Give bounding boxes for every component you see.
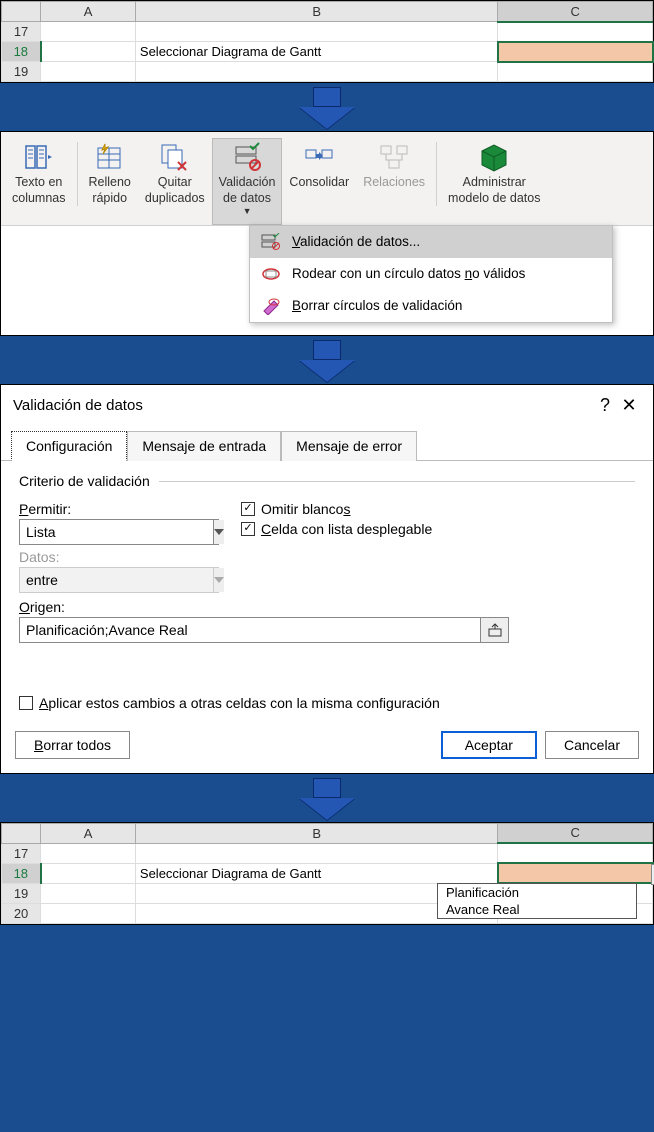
data-validation-icon <box>231 141 263 173</box>
step-arrow-1 <box>0 83 654 131</box>
consolidate-icon <box>303 141 335 173</box>
close-button[interactable]: ✕ <box>617 395 641 416</box>
checkbox-icon <box>241 522 255 536</box>
tab-configuration[interactable]: Configuración <box>11 431 127 461</box>
row-header-18[interactable]: 18 <box>2 863 41 883</box>
validation-dialog: Validación de datos ? ✕ Configuración Me… <box>0 384 654 774</box>
submenu-circle-invalid[interactable]: Rodear con un círculo datos no válidos <box>250 258 612 290</box>
ribbon-data-validation[interactable]: Validación de datos ▼ <box>212 138 283 225</box>
tab-input-message[interactable]: Mensaje de entrada <box>127 431 281 461</box>
col-header-c[interactable]: C <box>498 823 653 843</box>
step-arrow-2 <box>0 336 654 384</box>
row-header-18[interactable]: 18 <box>2 42 41 62</box>
row-header-20[interactable]: 20 <box>2 903 41 923</box>
step-arrow-3 <box>0 774 654 822</box>
ribbon-panel: Texto en columnas Relleno rápido Quitar … <box>0 131 654 336</box>
apply-to-other-cells-checkbox[interactable]: Aplicar estos cambios a otras celdas con… <box>19 695 635 711</box>
clear-all-button[interactable]: Borrar todos <box>15 731 130 759</box>
row-header-19[interactable]: 19 <box>2 62 41 82</box>
help-button[interactable]: ? <box>593 395 617 416</box>
row-header-17[interactable]: 17 <box>2 843 41 863</box>
source-field[interactable] <box>19 617 509 643</box>
ribbon-consolidate[interactable]: Consolidar <box>282 138 356 198</box>
row-header-17[interactable]: 17 <box>2 22 41 42</box>
spreadsheet-top: A B C 17 18 Seleccionar Diagrama de Gant… <box>0 0 654 83</box>
row-header-19[interactable]: 19 <box>2 883 41 903</box>
ribbon-remove-duplicates[interactable]: Quitar duplicados <box>138 138 212 213</box>
ribbon-relations: Relaciones <box>356 138 432 198</box>
ribbon-flash-fill[interactable]: Relleno rápido <box>82 138 138 213</box>
col-header-a[interactable]: A <box>41 2 136 22</box>
tab-error-message[interactable]: Mensaje de error <box>281 431 417 461</box>
ribbon-text-to-columns[interactable]: Texto en columnas <box>5 138 73 213</box>
range-picker-button[interactable] <box>480 618 508 642</box>
col-header-b[interactable]: B <box>135 823 498 843</box>
dropdown-option-planificacion[interactable]: Planificación <box>438 884 636 901</box>
submenu-clear-circles[interactable]: Borrar círculos de validación <box>250 290 612 322</box>
checkbox-icon <box>19 696 33 710</box>
allow-label: Permitir: <box>19 501 219 517</box>
source-label: Origen: <box>19 599 635 615</box>
submenu-data-validation[interactable]: VValidación de datos...alidación de dato… <box>250 226 612 258</box>
col-header-b[interactable]: B <box>135 2 498 22</box>
circle-invalid-icon <box>260 264 282 284</box>
source-input[interactable] <box>20 618 480 642</box>
col-header-c[interactable]: C <box>498 2 653 22</box>
dropdown-list[interactable]: Planificación Avance Real <box>437 883 637 919</box>
relations-icon <box>378 141 410 173</box>
clear-circles-icon <box>260 296 282 316</box>
ignore-blank-checkbox[interactable]: Omitir blancos <box>241 501 432 517</box>
data-model-icon <box>478 141 510 173</box>
text-columns-icon <box>23 141 55 173</box>
flash-fill-icon <box>94 141 126 173</box>
col-header-a[interactable]: A <box>41 823 136 843</box>
allow-combo[interactable] <box>19 519 219 545</box>
dialog-title: Validación de datos <box>13 397 593 414</box>
cell-b18[interactable]: Seleccionar Diagrama de Gantt <box>135 42 498 62</box>
remove-duplicates-icon <box>159 141 191 173</box>
cell-c18-selected[interactable] <box>498 42 653 62</box>
cell-b18[interactable]: Seleccionar Diagrama de Gantt <box>135 863 498 883</box>
select-all-corner[interactable] <box>2 2 41 22</box>
select-all-corner[interactable] <box>2 823 41 843</box>
data-value <box>20 568 213 592</box>
cell-a18[interactable] <box>41 42 136 62</box>
dropdown-option-avance-real[interactable]: Avance Real <box>438 901 636 918</box>
ribbon-manage-data-model[interactable]: Administrar modelo de datos <box>441 138 547 213</box>
cell-c18-selected[interactable] <box>498 863 653 883</box>
ok-button[interactable]: Aceptar <box>441 731 537 759</box>
allow-dropdown-button[interactable] <box>213 520 224 544</box>
validation-criteria-label: Criterio de validación <box>19 473 635 489</box>
data-dropdown-button <box>213 568 224 592</box>
checkbox-icon <box>241 502 255 516</box>
spreadsheet-bottom: A B C 17 18 Seleccionar Diagrama de Gant… <box>0 822 654 925</box>
cell-a18[interactable] <box>41 863 136 883</box>
allow-value[interactable] <box>20 520 213 544</box>
in-cell-dropdown-checkbox[interactable]: Celda con lista desplegable <box>241 521 432 537</box>
data-combo <box>19 567 219 593</box>
validation-menu-icon <box>260 232 282 252</box>
data-label: Datos: <box>19 549 219 565</box>
cancel-button[interactable]: Cancelar <box>545 731 639 759</box>
validation-submenu: VValidación de datos...alidación de dato… <box>249 225 613 323</box>
dropdown-caret-icon: ▼ <box>243 206 252 217</box>
